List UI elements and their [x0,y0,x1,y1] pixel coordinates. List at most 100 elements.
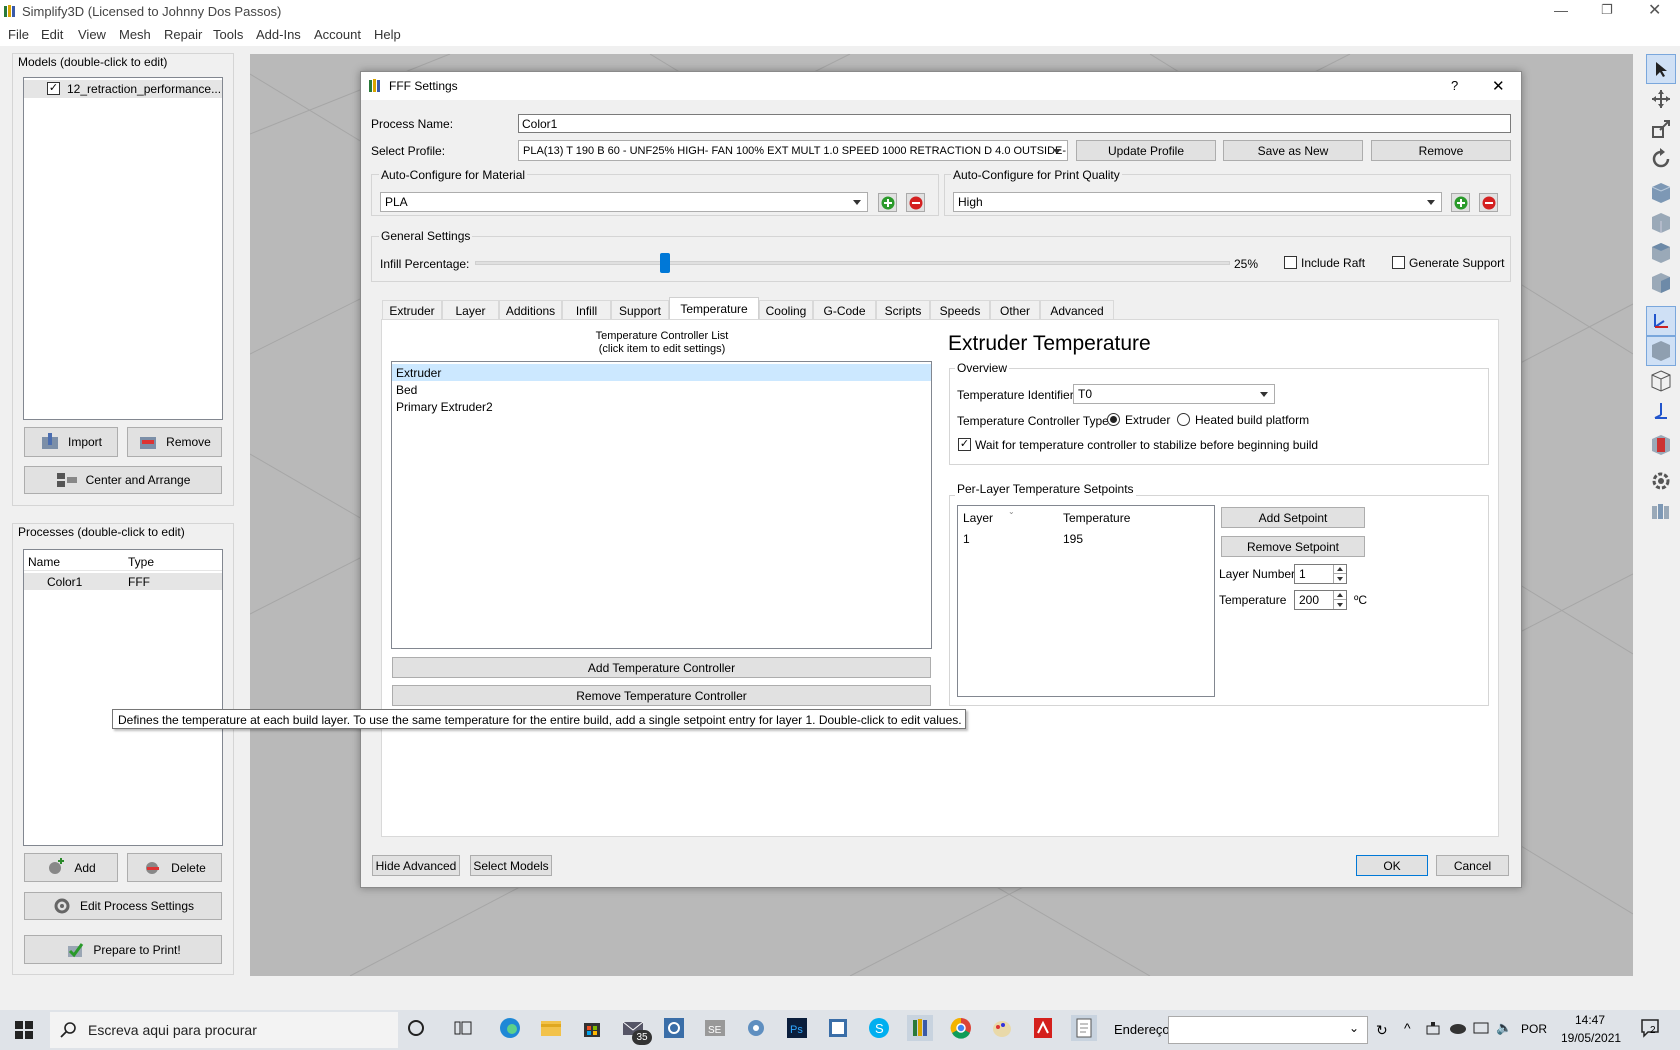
move-tool-icon[interactable] [1646,84,1676,114]
se-app-icon[interactable]: SE [702,1015,728,1041]
add-process-button[interactable]: Add [24,853,118,882]
menu-view[interactable]: View [78,27,106,42]
type-extruder-radio[interactable] [1107,413,1120,426]
volume-icon[interactable]: 🔈 [1496,1020,1512,1036]
menu-edit[interactable]: Edit [41,27,63,42]
tab-cooling[interactable]: Cooling [759,300,813,320]
taskbar-search[interactable]: Escreva aqui para procurar [50,1012,398,1048]
temperature-stepper[interactable]: 200 [1294,590,1347,610]
tab-scripts[interactable]: Scripts [876,300,930,320]
menu-mesh[interactable]: Mesh [119,27,151,42]
photoshop-icon[interactable]: Ps [784,1015,810,1041]
remove-setpoint-button[interactable]: Remove Setpoint [1221,536,1365,557]
profile-select[interactable]: PLA(13) T 190 B 60 - UNF25% HIGH- FAN 10… [518,140,1068,161]
notepad-icon[interactable] [1071,1015,1097,1041]
table-row[interactable]: 1 195 [958,530,1214,547]
list-item[interactable]: Bed [392,381,931,398]
solid-view-icon[interactable] [1646,336,1676,366]
language-indicator[interactable]: POR [1521,1022,1547,1036]
infill-slider-track[interactable] [475,253,1230,273]
save-as-new-button[interactable]: Save as New [1223,140,1363,161]
generate-support-checkbox[interactable] [1392,256,1405,269]
ok-button[interactable]: OK [1356,855,1428,876]
delete-process-button[interactable]: Delete [127,853,222,882]
view-front-icon[interactable] [1646,208,1676,238]
scale-tool-icon[interactable] [1646,114,1676,144]
tab-advanced[interactable]: Advanced [1040,300,1114,320]
model-item[interactable]: ✓ 12_retraction_performance... [24,80,222,98]
remove-material-icon[interactable] [906,193,925,212]
view-side-icon[interactable] [1646,268,1676,298]
cloud-icon[interactable] [1449,1022,1467,1037]
process-name-field[interactable]: Color1 [518,114,1511,133]
wifi-icon[interactable] [1473,1020,1489,1039]
select-tool-icon[interactable] [1646,54,1676,84]
type-bed-radio[interactable] [1177,413,1190,426]
maximize-button[interactable]: ❐ [1601,2,1621,22]
paint-icon[interactable] [989,1015,1015,1041]
edge-icon[interactable] [497,1015,523,1041]
menu-tools[interactable]: Tools [213,27,243,42]
chrome-icon[interactable] [948,1015,974,1041]
tab-temperature[interactable]: Temperature [669,297,759,320]
include-raft-checkbox[interactable] [1284,256,1297,269]
select-models-button[interactable]: Select Models [470,855,552,876]
start-button[interactable] [0,1010,48,1050]
clock-date[interactable]: 19/05/2021 [1561,1031,1621,1045]
settings-app-icon[interactable] [661,1015,687,1041]
tray-chevron-icon[interactable]: ^ [1404,1020,1411,1036]
network-icon[interactable] [1425,1020,1441,1039]
wireframe-view-icon[interactable] [1646,366,1676,396]
add-temperature-controller-button[interactable]: Add Temperature Controller [392,657,931,678]
minimize-button[interactable]: — [1554,2,1574,22]
setpoints-table[interactable]: ⌄ Layer Temperature 1 195 [957,505,1215,697]
import-button[interactable]: Import [24,427,118,457]
update-profile-button[interactable]: Update Profile [1076,140,1216,161]
settings-gear-icon[interactable] [1646,466,1676,496]
view-iso-icon[interactable] [1646,178,1676,208]
menu-add-ins[interactable]: Add-Ins [256,27,301,42]
stepper-up-icon[interactable] [1333,591,1346,600]
wait-stabilize-checkbox[interactable]: ✓ [958,438,971,451]
tab-additions[interactable]: Additions [499,300,562,320]
prepare-to-print-button[interactable]: Prepare to Print! [24,935,222,964]
remove-temperature-controller-button[interactable]: Remove Temperature Controller [392,685,931,706]
tab-infill[interactable]: Infill [562,300,611,320]
view-top-icon[interactable] [1646,238,1676,268]
tab-extruder[interactable]: Extruder [382,300,442,320]
controller-list[interactable]: Extruder Bed Primary Extruder2 [391,361,932,649]
tab-other[interactable]: Other [990,300,1040,320]
clock-time[interactable]: 14:47 [1575,1013,1605,1027]
menu-help[interactable]: Help [374,27,401,42]
cancel-button[interactable]: Cancel [1436,855,1509,876]
stepper-down-icon[interactable] [1333,600,1346,609]
acrobat-icon[interactable] [1030,1015,1056,1041]
model-item-checkbox[interactable]: ✓ [47,82,60,95]
dialog-help-button[interactable]: ? [1451,78,1458,93]
gear-app-icon[interactable] [743,1015,769,1041]
add-setpoint-button[interactable]: Add Setpoint [1221,507,1365,528]
cortana-icon[interactable] [403,1015,429,1041]
column-name[interactable]: Name [28,555,60,569]
setpoints-column-layer[interactable]: Layer [963,511,993,525]
tab-gcode[interactable]: G-Code [813,300,876,320]
notifications-icon[interactable]: 2 [1640,1018,1664,1040]
address-field[interactable]: ⌄ [1168,1016,1368,1044]
remove-model-button[interactable]: Remove [127,427,222,457]
dialog-close-button[interactable]: ✕ [1492,77,1505,95]
identifier-select[interactable]: T0 [1073,384,1275,404]
address-dropdown-icon[interactable]: ⌄ [1349,1021,1359,1035]
skype-icon[interactable]: S [866,1015,892,1041]
stepper-up-icon[interactable] [1333,565,1346,574]
list-item[interactable]: Primary Extruder2 [392,398,931,415]
menu-file[interactable]: File [8,27,29,42]
processes-table[interactable]: Name Type Color1 FFF [23,549,223,846]
infill-slider-handle[interactable] [659,253,670,273]
models-list[interactable]: ✓ 12_retraction_performance... [23,77,223,420]
close-window-button[interactable]: ✕ [1648,0,1668,20]
cross-section-icon[interactable] [1646,396,1676,426]
hide-advanced-button[interactable]: Hide Advanced [372,855,460,876]
material-select[interactable]: PLA [380,192,868,212]
column-type[interactable]: Type [128,555,154,569]
tab-layer[interactable]: Layer [442,300,499,320]
